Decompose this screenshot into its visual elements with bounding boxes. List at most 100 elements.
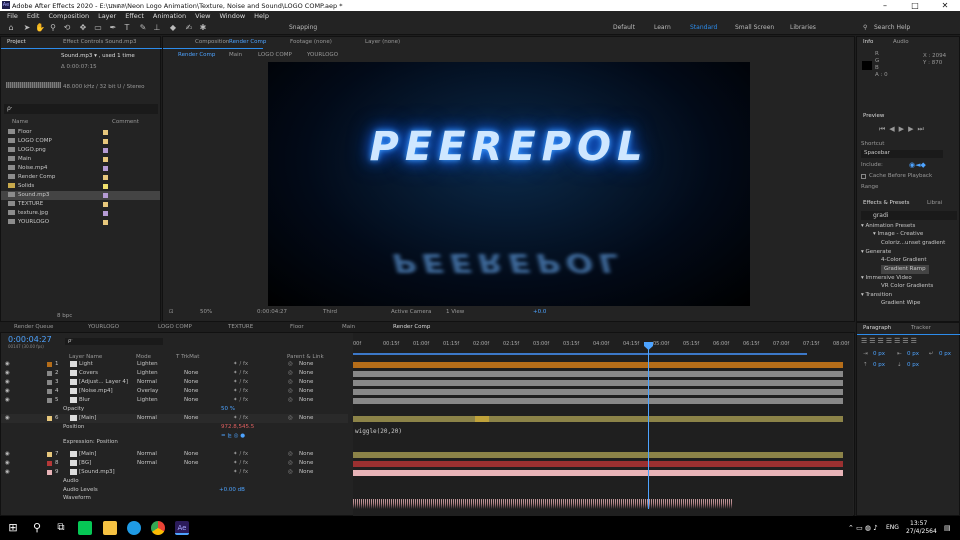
align-buttons[interactable]: ☰☰☰☰☰☰☰ xyxy=(861,337,919,345)
layer-trkmat[interactable]: None xyxy=(184,396,198,405)
layer-mode[interactable]: Lighten xyxy=(137,396,158,405)
switches-icons[interactable]: ✦ / fx xyxy=(233,378,248,387)
space-before-value[interactable]: 0 px xyxy=(873,362,885,368)
effect-subcategory[interactable]: ▾ Image - Creative xyxy=(873,230,923,239)
effect-item[interactable]: Coloriz...unset gradient xyxy=(881,239,945,248)
list-item[interactable]: Main xyxy=(1,155,160,164)
chrome-icon[interactable] xyxy=(151,521,165,535)
brush-tool-icon[interactable]: ✎ xyxy=(138,23,148,33)
layer-trkmat[interactable]: None xyxy=(184,459,198,468)
tab-info[interactable]: Info xyxy=(863,39,873,45)
property-row[interactable]: Waveform xyxy=(1,494,348,503)
layer-duration-bar[interactable] xyxy=(353,452,843,458)
list-item[interactable]: TEXTURE xyxy=(1,200,160,209)
layer-mode[interactable]: Normal xyxy=(137,414,157,423)
list-item[interactable]: texture.jpg xyxy=(1,209,160,218)
property-row[interactable]: Opacity 50 % xyxy=(1,405,348,414)
playhead[interactable] xyxy=(648,343,649,509)
cache-checkbox[interactable] xyxy=(861,174,866,179)
shortcut-dropdown[interactable]: Spacebar xyxy=(861,150,943,158)
label-color-swatch[interactable] xyxy=(47,461,52,466)
breadcrumb-logo-comp[interactable]: LOGO COMP xyxy=(258,52,292,58)
menu-animation[interactable]: Animation xyxy=(153,12,186,20)
layer-parent[interactable]: None xyxy=(299,360,313,369)
layer-name[interactable]: [Main] xyxy=(79,450,96,459)
label-color-swatch[interactable] xyxy=(47,452,52,457)
layer-row[interactable]: ◉ 7 [Main] Normal None ✦ / fx ◎ None xyxy=(1,450,348,459)
expression-text[interactable]: wiggle(20,20) xyxy=(355,428,402,435)
visibility-eye-icon[interactable]: ◉ xyxy=(5,360,10,369)
tab-composition[interactable]: Composition xyxy=(195,39,229,45)
switches-icons[interactable]: ✦ / fx xyxy=(233,387,248,396)
tab-libraries[interactable]: Librai xyxy=(927,200,942,206)
pickwhip-icon[interactable]: ◎ xyxy=(288,387,293,396)
pickwhip-icon[interactable]: ◎ xyxy=(288,396,293,405)
after-effects-taskbar-icon[interactable]: Ae xyxy=(175,521,189,535)
tab-layer[interactable]: Layer (none) xyxy=(365,39,400,45)
menu-composition[interactable]: Composition xyxy=(48,12,89,20)
layer-row[interactable]: ◉ 9 [Sound.mp3] ✦ / fx ◎ None xyxy=(1,468,348,477)
property-name[interactable]: Opacity xyxy=(63,405,84,414)
zoom-tool-icon[interactable]: ⚲ xyxy=(48,23,58,33)
effect-item[interactable]: 4-Color Gradient xyxy=(881,256,927,265)
selection-tool-icon[interactable]: ➤ xyxy=(22,23,32,33)
workspace-small-screen[interactable]: Small Screen xyxy=(735,24,774,31)
switches-icons[interactable]: ✦ / fx xyxy=(233,360,248,369)
tab-paragraph[interactable]: Paragraph xyxy=(863,325,891,331)
keyframe-highlight[interactable] xyxy=(475,416,489,422)
roto-brush-tool-icon[interactable]: ✍ xyxy=(184,23,194,33)
tab-render-queue[interactable]: Render Queue xyxy=(14,324,53,330)
views-dropdown[interactable]: 1 View xyxy=(446,309,464,315)
list-item[interactable]: LOGO.png xyxy=(1,146,160,155)
layer-trkmat[interactable]: None xyxy=(184,369,198,378)
layer-mode[interactable]: Normal xyxy=(137,450,157,459)
visibility-eye-icon[interactable]: ◉ xyxy=(5,468,10,477)
visibility-eye-icon[interactable]: ◉ xyxy=(5,414,10,423)
home-icon[interactable]: ⌂ xyxy=(6,23,16,33)
list-item[interactable]: Solids xyxy=(1,182,160,191)
layer-duration-bar[interactable] xyxy=(353,362,843,368)
layer-row[interactable]: ◉ 2 Covers Lighten None ✦ / fx ◎ None xyxy=(1,369,348,378)
zoom-dropdown[interactable]: 50% xyxy=(200,309,212,315)
timeline-search-input[interactable]: ρ‧ xyxy=(65,338,163,345)
exposure-value[interactable]: +0.0 xyxy=(533,309,546,315)
indent-left-icon[interactable]: ⇥ xyxy=(863,351,868,357)
space-before-icon[interactable]: ⇡ xyxy=(863,362,868,368)
property-row[interactable]: Position 972.8,545.5 xyxy=(1,423,348,432)
project-search-input[interactable]: ρ‧ xyxy=(4,104,158,114)
minimize-button[interactable]: – xyxy=(870,0,900,11)
layer-trkmat[interactable]: None xyxy=(184,450,198,459)
visibility-eye-icon[interactable]: ◉ xyxy=(5,450,10,459)
property-row[interactable]: Expression: Position xyxy=(1,438,348,447)
tab-audio[interactable]: Audio xyxy=(893,39,909,45)
tab-project[interactable]: Project xyxy=(7,39,26,45)
snapshot-icon[interactable]: ⊡ xyxy=(169,309,174,315)
effect-item-selected[interactable]: Gradient Ramp xyxy=(881,265,929,274)
layer-mode[interactable]: Normal xyxy=(137,378,157,387)
layer-name[interactable]: [Noise.mp4] xyxy=(79,387,113,396)
tab-effects-presets[interactable]: Effects & Presets xyxy=(863,200,910,206)
search-help-icon[interactable]: ⚲ xyxy=(863,24,867,31)
tab-composition-name[interactable]: Render Comp xyxy=(229,39,266,45)
layer-parent[interactable]: None xyxy=(299,414,313,423)
workspace-default[interactable]: Default xyxy=(613,24,635,31)
layer-trkmat[interactable]: None xyxy=(184,378,198,387)
layer-trkmat[interactable]: None xyxy=(184,387,198,396)
pickwhip-icon[interactable]: ◎ xyxy=(288,414,293,423)
visibility-eye-icon[interactable]: ◉ xyxy=(5,369,10,378)
menu-view[interactable]: View xyxy=(195,12,210,20)
space-after-value[interactable]: 0 px xyxy=(907,362,919,368)
label-color-swatch[interactable] xyxy=(47,470,52,475)
search-help-input[interactable]: Search Help xyxy=(874,24,910,31)
tab-render-comp[interactable]: Render Comp xyxy=(393,324,430,330)
maximize-button[interactable]: □ xyxy=(900,0,930,11)
type-tool-icon[interactable]: T xyxy=(122,23,132,33)
effect-item[interactable]: VR Color Gradients xyxy=(881,282,933,291)
list-item[interactable]: YOURLOGO xyxy=(1,218,160,227)
layer-parent[interactable]: None xyxy=(299,387,313,396)
list-item[interactable]: Floor xyxy=(1,128,160,137)
layer-row[interactable]: ◉ 4 [Noise.mp4] Overlay None ✦ / fx ◎ None xyxy=(1,387,348,396)
search-icon[interactable]: ⚲ xyxy=(30,521,44,535)
label-color-swatch[interactable] xyxy=(47,380,52,385)
layer-name[interactable]: Covers xyxy=(79,369,98,378)
